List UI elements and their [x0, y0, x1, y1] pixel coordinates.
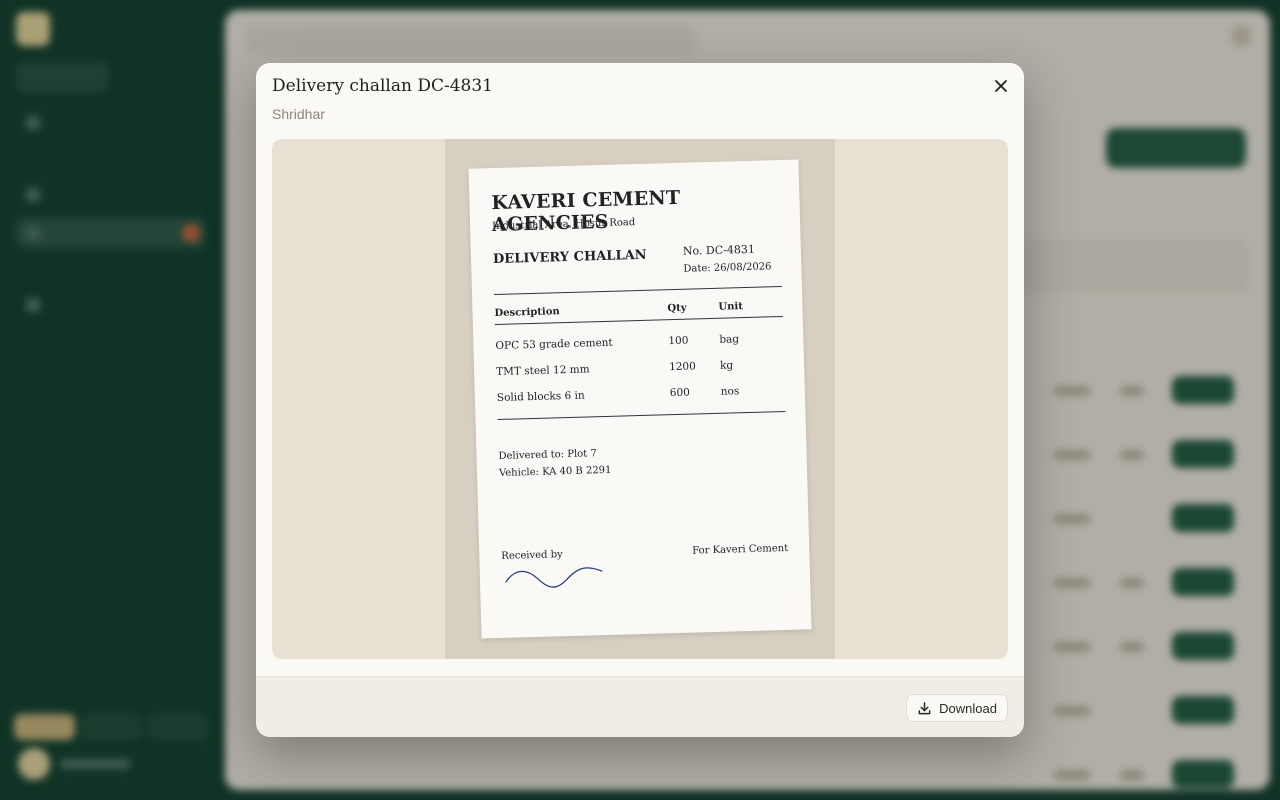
challan-paper: KAVERI CEMENT AGENCIES Industrial Area, … — [468, 159, 812, 639]
download-button[interactable]: Download — [906, 694, 1008, 722]
item-description: OPC 53 grade cement — [495, 336, 613, 353]
document-preview-modal: Delivery challan DC-4831 Shridhar KAVERI… — [256, 63, 1024, 737]
download-label: Download — [939, 700, 997, 716]
download-icon — [918, 701, 931, 714]
item-description: TMT steel 12 mm — [496, 363, 590, 379]
close-button[interactable] — [988, 73, 1014, 99]
delivered-to: Delivered to: Plot 7 — [498, 448, 597, 462]
modal-footer: Download — [256, 676, 1024, 737]
received-by-label: Received by — [501, 549, 563, 562]
document-date: Date: 26/08/2026 — [683, 261, 772, 275]
modal-subtitle: Shridhar — [272, 106, 325, 122]
document-photo: KAVERI CEMENT AGENCIES Industrial Area, … — [445, 139, 835, 659]
column-header-description: Description — [494, 306, 560, 320]
item-unit: bag — [719, 333, 740, 346]
document-number: No. DC-4831 — [682, 242, 756, 258]
item-unit: kg — [719, 359, 734, 372]
item-qty: 600 — [669, 386, 691, 400]
column-header-qty: Qty — [667, 302, 687, 315]
divider — [494, 285, 782, 296]
item-qty: 100 — [668, 334, 689, 348]
signature-icon — [505, 567, 603, 588]
column-header-unit: Unit — [718, 301, 744, 313]
close-icon — [995, 80, 1007, 92]
item-unit: nos — [720, 385, 740, 398]
vehicle-number: Vehicle: KA 40 B 2291 — [498, 464, 612, 479]
for-company-label: For Kaveri Cement — [692, 542, 789, 557]
divider — [497, 410, 786, 420]
modal-title: Delivery challan DC-4831 — [272, 76, 493, 96]
item-qty: 1200 — [668, 360, 697, 374]
document-viewer: KAVERI CEMENT AGENCIES Industrial Area, … — [272, 139, 1008, 659]
document-type: DELIVERY CHALLAN — [492, 247, 647, 268]
item-description: Solid blocks 6 in — [496, 389, 585, 404]
